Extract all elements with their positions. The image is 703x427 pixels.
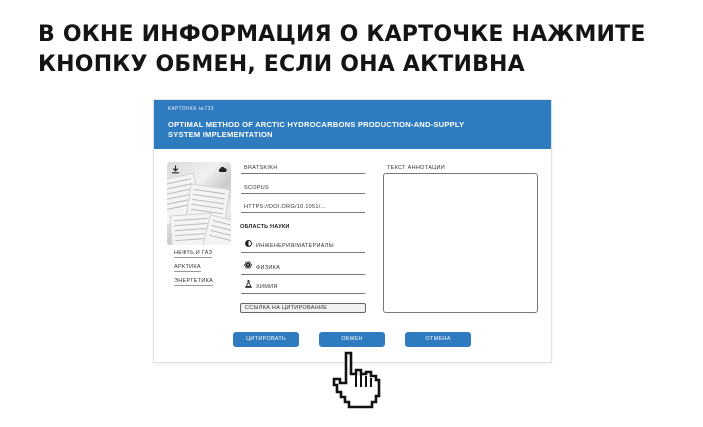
- instruction-line-1: В ОКНЕ ИНФОРМАЦИЯ О КАРТОЧКЕ НАЖМИТЕ: [38, 22, 646, 47]
- author-field: BRATSKIKH: [241, 165, 365, 174]
- science-area-label-physics: ФИЗИКА: [256, 265, 281, 271]
- card-title-line-1: OPTIMAL METHOD OF ARCTIC HYDROCARBONS PR…: [168, 120, 465, 129]
- tag-list: НЕФТЬ И ГАЗ АРКТИКА ЭНЕРГЕТИКА: [174, 250, 214, 292]
- database-field: SCOPUS: [241, 185, 365, 194]
- card-thumbnail: [167, 162, 231, 245]
- tag-item[interactable]: НЕФТЬ И ГАЗ: [174, 250, 213, 258]
- card-number: КАРТОЧКА №733: [168, 106, 214, 112]
- hand-pointer-icon: [332, 350, 384, 410]
- tag-item[interactable]: АРКТИКА: [174, 264, 201, 272]
- atom-icon: [243, 261, 253, 271]
- card-title: OPTIMAL METHOD OF ARCTIC HYDROCARBONS PR…: [168, 120, 528, 140]
- annotation-label: ТЕКСТ АННОТАЦИИ: [387, 165, 446, 171]
- flask-icon: [243, 280, 253, 290]
- cite-button[interactable]: ЦИТИРОВАТЬ: [233, 332, 299, 347]
- cloud-icon[interactable]: [218, 165, 227, 174]
- citation-link-field[interactable]: ССЫЛКА НА ЦИТИРОВАНИЕ: [240, 303, 366, 313]
- cancel-button[interactable]: ОТМЕНА: [405, 332, 471, 347]
- doi-link[interactable]: HTTPS://DOI.ORG/10.1051/...: [241, 204, 365, 213]
- exchange-button[interactable]: ОБМЕН: [319, 332, 385, 347]
- card-title-line-2: SYSTEM IMPLEMENTATION: [168, 130, 273, 139]
- instruction-heading: В ОКНЕ ИНФОРМАЦИЯ О КАРТОЧКЕ НАЖМИТЕ КНО…: [38, 20, 678, 80]
- annotation-textarea[interactable]: [383, 173, 538, 313]
- instruction-line-2: КНОПКУ ОБМЕН, ЕСЛИ ОНА АКТИВНА: [38, 52, 525, 77]
- science-area-label-engineering: ИНЖЕНЕРИЯ/МАТЕРИАЛЫ: [256, 243, 334, 249]
- science-area-label: ОБЛАСТЬ НАУКИ: [240, 224, 290, 230]
- tag-item[interactable]: ЭНЕРГЕТИКА: [174, 278, 214, 286]
- science-area-item: ФИЗИКА: [241, 261, 365, 275]
- science-area-label-chemistry: ХИМИЯ: [256, 284, 278, 290]
- download-icon[interactable]: [171, 165, 180, 174]
- card-info-window: КАРТОЧКА №733 OPTIMAL METHOD OF ARCTIC H…: [153, 99, 552, 363]
- science-area-item: ИНЖЕНЕРИЯ/МАТЕРИАЛЫ: [241, 240, 365, 253]
- half-circle-icon: [243, 240, 253, 249]
- science-area-item: ХИМИЯ: [241, 280, 365, 294]
- card-header: КАРТОЧКА №733 OPTIMAL METHOD OF ARCTIC H…: [154, 100, 551, 149]
